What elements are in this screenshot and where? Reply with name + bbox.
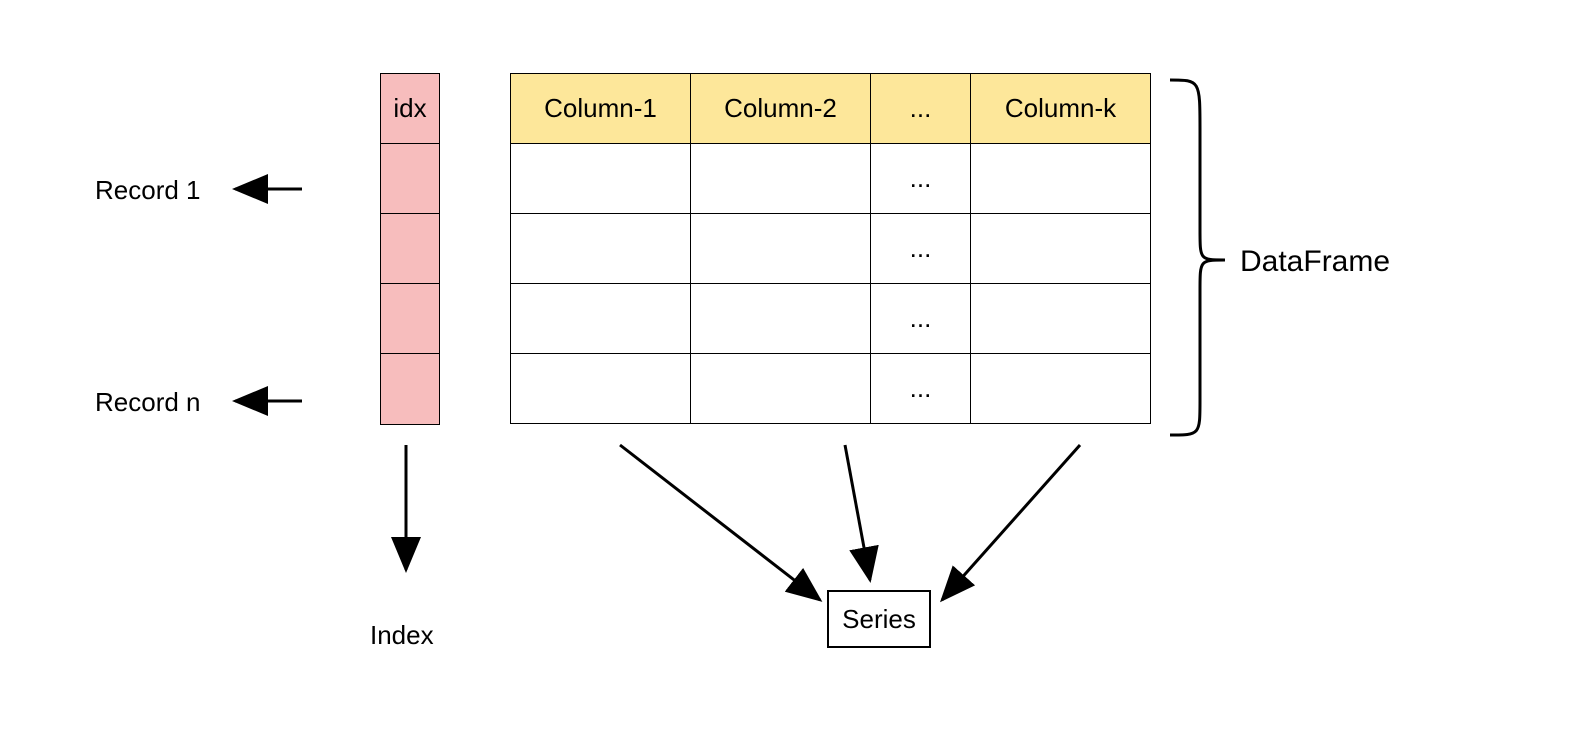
index-label: Index <box>370 620 434 651</box>
ellipsis-cell: ... <box>871 214 971 284</box>
index-cell <box>381 284 439 354</box>
arrow-col2-series <box>845 445 870 580</box>
dataframe-table: Column-1 Column-2 ... Column-k ... ... .… <box>510 73 1151 424</box>
ellipsis-cell: ... <box>871 144 971 214</box>
index-column: idx <box>380 73 440 425</box>
dataframe-label: DataFrame <box>1240 245 1390 279</box>
index-cell <box>381 354 439 424</box>
table-header-row: Column-1 Column-2 ... Column-k <box>511 74 1151 144</box>
record-1-label: Record 1 <box>95 175 201 206</box>
table-row: ... <box>511 284 1151 354</box>
series-box: Series <box>827 590 931 648</box>
dataframe-diagram: Record 1 Record n idx Column-1 Column-2 … <box>0 0 1583 750</box>
column-header: Column-1 <box>511 74 691 144</box>
index-header-cell: idx <box>381 74 439 144</box>
ellipsis-cell: ... <box>871 354 971 424</box>
ellipsis-cell: ... <box>871 284 971 354</box>
table-row: ... <box>511 144 1151 214</box>
arrow-col1-series <box>620 445 820 600</box>
table-row: ... <box>511 354 1151 424</box>
column-header: Column-k <box>971 74 1151 144</box>
column-header: Column-2 <box>691 74 871 144</box>
record-n-label: Record n <box>95 387 201 418</box>
arrow-colk-series <box>942 445 1080 600</box>
table-row: ... <box>511 214 1151 284</box>
column-header: ... <box>871 74 971 144</box>
index-cell <box>381 144 439 214</box>
index-cell <box>381 214 439 284</box>
dataframe-brace <box>1170 80 1225 435</box>
